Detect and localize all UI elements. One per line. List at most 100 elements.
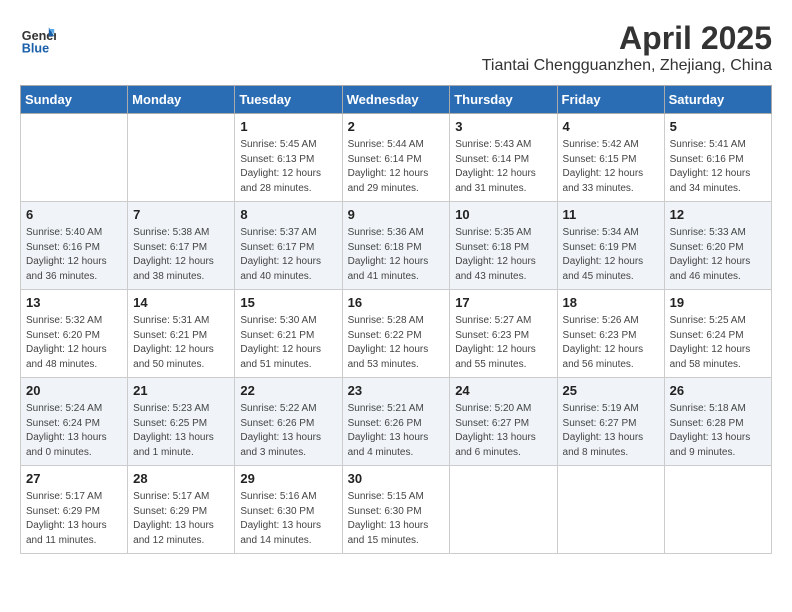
day-info: Sunrise: 5:22 AM Sunset: 6:26 PM Dayligh… (240, 402, 336, 460)
weekday-header-monday: Monday (128, 86, 235, 114)
week-row-3: 13 Sunrise: 5:32 AM Sunset: 6:20 PM Dayli… (21, 290, 772, 378)
day-info: Sunrise: 5:44 AM Sunset: 6:14 PM Dayligh… (348, 138, 445, 196)
day-number: 29 (240, 470, 336, 488)
calendar-cell: 15 Sunrise: 5:30 AM Sunset: 6:21 PM Dayli… (235, 290, 342, 378)
day-info: Sunrise: 5:24 AM Sunset: 6:24 PM Dayligh… (26, 402, 122, 460)
day-number: 14 (133, 294, 229, 312)
day-number: 5 (670, 118, 766, 136)
day-number: 27 (26, 470, 122, 488)
title-area: April 2025 Tiantai Chengguanzhen, Zhejia… (482, 20, 772, 75)
day-info: Sunrise: 5:34 AM Sunset: 6:19 PM Dayligh… (563, 226, 659, 284)
calendar-cell (21, 114, 128, 202)
day-number: 6 (26, 206, 122, 224)
calendar-cell: 3 Sunrise: 5:43 AM Sunset: 6:14 PM Daylig… (450, 114, 557, 202)
weekday-header-friday: Friday (557, 86, 664, 114)
calendar-cell: 20 Sunrise: 5:24 AM Sunset: 6:24 PM Dayli… (21, 378, 128, 466)
day-info: Sunrise: 5:26 AM Sunset: 6:23 PM Dayligh… (563, 314, 659, 372)
calendar-cell: 1Sunrise: 5:45 AM Sunset: 6:13 PM Daylig… (235, 114, 342, 202)
weekday-header-thursday: Thursday (450, 86, 557, 114)
day-info: Sunrise: 5:19 AM Sunset: 6:27 PM Dayligh… (563, 402, 659, 460)
day-info: Sunrise: 5:16 AM Sunset: 6:30 PM Dayligh… (240, 490, 336, 548)
week-row-4: 20 Sunrise: 5:24 AM Sunset: 6:24 PM Dayli… (21, 378, 772, 466)
day-info: Sunrise: 5:36 AM Sunset: 6:18 PM Dayligh… (348, 226, 445, 284)
weekday-header-tuesday: Tuesday (235, 86, 342, 114)
day-info: Sunrise: 5:37 AM Sunset: 6:17 PM Dayligh… (240, 226, 336, 284)
calendar-cell: 10Sunrise: 5:35 AM Sunset: 6:18 PM Dayli… (450, 202, 557, 290)
day-info: Sunrise: 5:38 AM Sunset: 6:17 PM Dayligh… (133, 226, 229, 284)
calendar-cell: 30Sunrise: 5:15 AM Sunset: 6:30 PM Dayli… (342, 466, 450, 554)
weekday-header-sunday: Sunday (21, 86, 128, 114)
calendar-cell: 28Sunrise: 5:17 AM Sunset: 6:29 PM Dayli… (128, 466, 235, 554)
calendar-cell: 4 Sunrise: 5:42 AM Sunset: 6:15 PM Daylig… (557, 114, 664, 202)
calendar-cell (128, 114, 235, 202)
day-info: Sunrise: 5:42 AM Sunset: 6:15 PM Dayligh… (563, 138, 659, 196)
calendar-cell: 23 Sunrise: 5:21 AM Sunset: 6:26 PM Dayli… (342, 378, 450, 466)
calendar-cell: 29 Sunrise: 5:16 AM Sunset: 6:30 PM Dayli… (235, 466, 342, 554)
week-row-2: 6 Sunrise: 5:40 AM Sunset: 6:16 PM Daylig… (21, 202, 772, 290)
day-info: Sunrise: 5:35 AM Sunset: 6:18 PM Dayligh… (455, 226, 551, 284)
day-number: 8 (240, 206, 336, 224)
calendar: SundayMondayTuesdayWednesdayThursdayFrid… (20, 85, 772, 554)
day-info: Sunrise: 5:21 AM Sunset: 6:26 PM Dayligh… (348, 402, 445, 460)
calendar-cell: 6 Sunrise: 5:40 AM Sunset: 6:16 PM Daylig… (21, 202, 128, 290)
logo: General Blue (20, 20, 60, 56)
day-number: 16 (348, 294, 445, 312)
day-info: Sunrise: 5:30 AM Sunset: 6:21 PM Dayligh… (240, 314, 336, 372)
calendar-cell (664, 466, 771, 554)
calendar-cell: 22 Sunrise: 5:22 AM Sunset: 6:26 PM Dayli… (235, 378, 342, 466)
calendar-cell: 7 Sunrise: 5:38 AM Sunset: 6:17 PM Daylig… (128, 202, 235, 290)
calendar-cell: 16Sunrise: 5:28 AM Sunset: 6:22 PM Dayli… (342, 290, 450, 378)
day-number: 7 (133, 206, 229, 224)
calendar-cell: 17Sunrise: 5:27 AM Sunset: 6:23 PM Dayli… (450, 290, 557, 378)
day-number: 11 (563, 206, 659, 224)
day-number: 28 (133, 470, 229, 488)
day-number: 23 (348, 382, 445, 400)
calendar-cell: 18 Sunrise: 5:26 AM Sunset: 6:23 PM Dayli… (557, 290, 664, 378)
day-info: Sunrise: 5:40 AM Sunset: 6:16 PM Dayligh… (26, 226, 122, 284)
calendar-cell: 12 Sunrise: 5:33 AM Sunset: 6:20 PM Dayli… (664, 202, 771, 290)
day-number: 13 (26, 294, 122, 312)
day-info: Sunrise: 5:31 AM Sunset: 6:21 PM Dayligh… (133, 314, 229, 372)
day-info: Sunrise: 5:33 AM Sunset: 6:20 PM Dayligh… (670, 226, 766, 284)
calendar-cell: 13 Sunrise: 5:32 AM Sunset: 6:20 PM Dayli… (21, 290, 128, 378)
day-number: 20 (26, 382, 122, 400)
day-info: Sunrise: 5:45 AM Sunset: 6:13 PM Dayligh… (240, 138, 336, 196)
day-info: Sunrise: 5:18 AM Sunset: 6:28 PM Dayligh… (670, 402, 766, 460)
day-number: 26 (670, 382, 766, 400)
weekday-header-row: SundayMondayTuesdayWednesdayThursdayFrid… (21, 86, 772, 114)
calendar-cell: 27 Sunrise: 5:17 AM Sunset: 6:29 PM Dayli… (21, 466, 128, 554)
calendar-cell: 9 Sunrise: 5:36 AM Sunset: 6:18 PM Daylig… (342, 202, 450, 290)
week-row-5: 27 Sunrise: 5:17 AM Sunset: 6:29 PM Dayli… (21, 466, 772, 554)
calendar-cell: 5 Sunrise: 5:41 AM Sunset: 6:16 PM Daylig… (664, 114, 771, 202)
weekday-header-wednesday: Wednesday (342, 86, 450, 114)
calendar-cell: 25 Sunrise: 5:19 AM Sunset: 6:27 PM Dayli… (557, 378, 664, 466)
day-number: 19 (670, 294, 766, 312)
day-number: 2 (348, 118, 445, 136)
day-info: Sunrise: 5:41 AM Sunset: 6:16 PM Dayligh… (670, 138, 766, 196)
calendar-cell: 14 Sunrise: 5:31 AM Sunset: 6:21 PM Dayli… (128, 290, 235, 378)
day-number: 24 (455, 382, 551, 400)
day-info: Sunrise: 5:23 AM Sunset: 6:25 PM Dayligh… (133, 402, 229, 460)
calendar-cell (450, 466, 557, 554)
day-info: Sunrise: 5:43 AM Sunset: 6:14 PM Dayligh… (455, 138, 551, 196)
day-number: 3 (455, 118, 551, 136)
day-number: 21 (133, 382, 229, 400)
day-number: 22 (240, 382, 336, 400)
calendar-cell: 2 Sunrise: 5:44 AM Sunset: 6:14 PM Daylig… (342, 114, 450, 202)
day-number: 25 (563, 382, 659, 400)
calendar-cell: 21 Sunrise: 5:23 AM Sunset: 6:25 PM Dayli… (128, 378, 235, 466)
day-number: 9 (348, 206, 445, 224)
day-info: Sunrise: 5:32 AM Sunset: 6:20 PM Dayligh… (26, 314, 122, 372)
calendar-body: 1Sunrise: 5:45 AM Sunset: 6:13 PM Daylig… (21, 114, 772, 554)
day-number: 4 (563, 118, 659, 136)
day-number: 15 (240, 294, 336, 312)
svg-text:Blue: Blue (22, 41, 49, 55)
calendar-cell: 11 Sunrise: 5:34 AM Sunset: 6:19 PM Dayli… (557, 202, 664, 290)
day-info: Sunrise: 5:15 AM Sunset: 6:30 PM Dayligh… (348, 490, 445, 548)
day-info: Sunrise: 5:17 AM Sunset: 6:29 PM Dayligh… (26, 490, 122, 548)
day-number: 18 (563, 294, 659, 312)
day-number: 17 (455, 294, 551, 312)
day-number: 12 (670, 206, 766, 224)
calendar-cell (557, 466, 664, 554)
month-title: April 2025 (482, 20, 772, 57)
